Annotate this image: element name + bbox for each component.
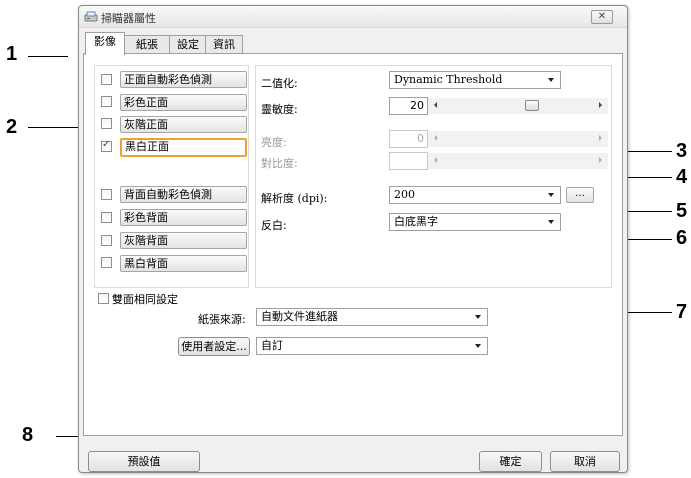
back-auto-color-button[interactable]: 背面自動彩色偵測 [120, 186, 247, 203]
slider-left-arrow-icon[interactable] [434, 157, 437, 163]
paper-source-value: 自動文件進紙器 [261, 310, 338, 323]
slider-right-arrow-icon[interactable] [599, 157, 602, 163]
invert-label: 反白: [261, 219, 287, 232]
back-gray-checkbox[interactable] [101, 235, 112, 246]
duplex-same-label: 雙面相同設定 [112, 293, 178, 306]
sensitivity-label: 靈敏度: [261, 103, 298, 116]
binarization-label: 二值化: [261, 77, 298, 90]
title-bar: 掃瞄器屬性 ✕ [79, 6, 627, 28]
back-bw-button[interactable]: 黑白背面 [120, 255, 247, 272]
brightness-slider[interactable] [428, 131, 608, 147]
callout-2: 2 [6, 116, 18, 138]
front-auto-color-checkbox[interactable] [101, 74, 112, 85]
invert-select[interactable]: 白底黑字 [389, 213, 561, 231]
back-auto-color-checkbox[interactable] [101, 189, 112, 200]
back-color-checkbox[interactable] [101, 212, 112, 223]
user-settings-button[interactable]: 使用者設定... [178, 337, 250, 356]
binarization-select[interactable]: Dynamic Threshold [389, 71, 561, 89]
front-bw-checkbox[interactable] [101, 139, 112, 152]
tab-info[interactable]: 資訊 [205, 35, 243, 54]
front-gray-button[interactable]: 灰階正面 [120, 116, 247, 133]
image-tab-panel: 正面自動彩色偵測 彩色正面 灰階正面 黑白正面 背面自動彩色偵測 彩色背面 灰階… [83, 53, 623, 436]
callout-5: 5 [676, 200, 688, 222]
callout-3: 3 [676, 140, 688, 162]
sensitivity-slider[interactable] [428, 98, 608, 114]
back-bw-checkbox[interactable] [101, 257, 112, 268]
chevron-down-icon [475, 315, 481, 319]
sensitivity-slider-thumb[interactable] [525, 100, 539, 111]
callout-6: 6 [676, 227, 688, 249]
callout-8: 8 [22, 424, 34, 446]
brightness-label: 亮度: [261, 136, 287, 149]
user-settings-select[interactable]: 自訂 [256, 337, 488, 355]
front-bw-button[interactable]: 黑白正面 [120, 138, 247, 157]
resolution-label-text: 解析度 (dpi): [261, 192, 328, 205]
front-gray-checkbox[interactable] [101, 118, 112, 129]
image-type-group: 正面自動彩色偵測 彩色正面 灰階正面 黑白正面 背面自動彩色偵測 彩色背面 灰階… [94, 65, 249, 288]
ok-button[interactable]: 確定 [479, 451, 542, 472]
cancel-button[interactable]: 取消 [550, 451, 620, 472]
scanner-icon [84, 11, 98, 22]
tab-image[interactable]: 影像 [85, 32, 125, 55]
resolution-label: 解析度 (dpi): [261, 190, 327, 206]
chevron-down-icon [475, 344, 481, 348]
invert-value: 白底黑字 [394, 215, 438, 228]
close-button[interactable]: ✕ [591, 10, 613, 24]
callout-4: 4 [676, 166, 688, 188]
back-gray-button[interactable]: 灰階背面 [120, 232, 247, 249]
resolution-value: 200 [394, 188, 415, 201]
front-color-button[interactable]: 彩色正面 [120, 94, 247, 111]
callout-line-1 [28, 56, 68, 57]
paper-source-label: 紙張來源: [198, 313, 246, 326]
image-settings-group: 二值化: Dynamic Threshold 靈敏度: 20 亮度: 0 對比度… [255, 65, 612, 288]
paper-source-select[interactable]: 自動文件進紙器 [256, 308, 488, 326]
chevron-down-icon [548, 78, 554, 82]
default-button[interactable]: 預設值 [88, 451, 200, 472]
tab-settings[interactable]: 設定 [169, 35, 207, 54]
front-color-checkbox[interactable] [101, 96, 112, 107]
chevron-down-icon [548, 193, 554, 197]
scanner-properties-window: 掃瞄器屬性 ✕ 影像 紙張 設定 資訊 正面自動彩色偵測 彩色正面 灰階正面 黑… [78, 5, 628, 473]
slider-left-arrow-icon[interactable] [434, 102, 437, 108]
contrast-input[interactable] [389, 152, 428, 170]
slider-left-arrow-icon[interactable] [434, 135, 437, 141]
front-auto-color-button[interactable]: 正面自動彩色偵測 [120, 71, 247, 88]
resolution-select[interactable]: 200 [389, 186, 561, 204]
contrast-slider[interactable] [428, 153, 608, 169]
brightness-input[interactable]: 0 [389, 130, 428, 148]
callout-7: 7 [676, 301, 688, 323]
chevron-down-icon [548, 220, 554, 224]
duplex-same-checkbox[interactable] [98, 293, 109, 304]
window-title: 掃瞄器屬性 [101, 12, 156, 25]
resolution-more-button[interactable]: ... [566, 187, 594, 203]
binarization-value: Dynamic Threshold [394, 73, 503, 86]
slider-right-arrow-icon[interactable] [599, 102, 602, 108]
callout-1: 1 [6, 43, 18, 65]
contrast-label: 對比度: [261, 157, 298, 170]
tab-paper[interactable]: 紙張 [123, 35, 171, 54]
back-color-button[interactable]: 彩色背面 [120, 209, 247, 226]
sensitivity-input[interactable]: 20 [389, 97, 428, 115]
slider-right-arrow-icon[interactable] [599, 135, 602, 141]
user-settings-value: 自訂 [261, 339, 283, 352]
